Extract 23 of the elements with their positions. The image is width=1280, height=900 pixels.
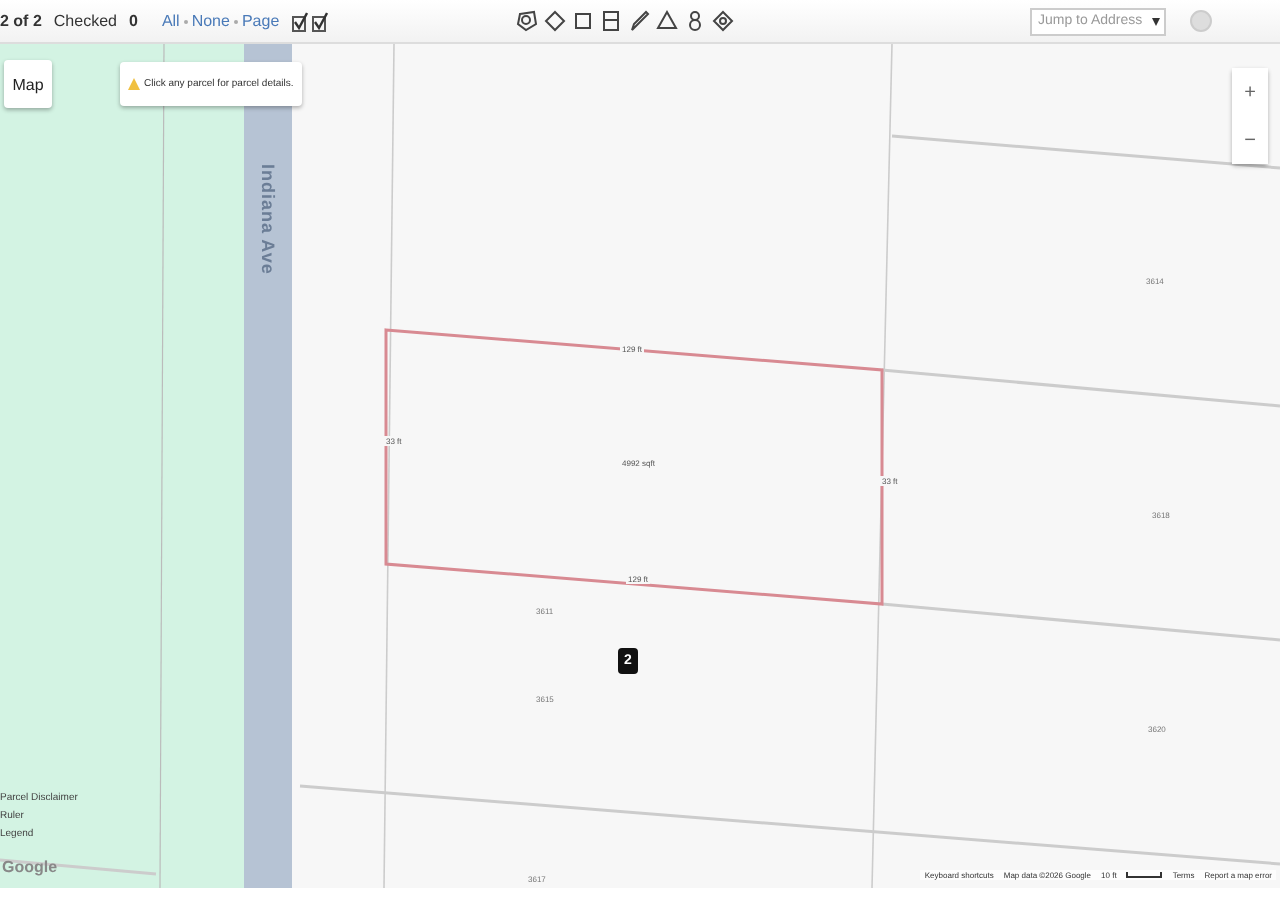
street-label: Indiana Ave bbox=[256, 164, 278, 275]
checked-count: 0 bbox=[128, 12, 138, 30]
logo: Google bbox=[2, 858, 58, 876]
check-all-icon[interactable] bbox=[291, 11, 308, 31]
square-icon[interactable] bbox=[571, 10, 594, 32]
scale-bar bbox=[1126, 872, 1163, 878]
select-link[interactable]: None bbox=[191, 12, 230, 30]
map-type-button[interactable]: Map bbox=[4, 60, 52, 108]
pencil-icon[interactable] bbox=[627, 10, 650, 32]
polygon-draw-icon[interactable] bbox=[515, 10, 538, 32]
checked-label: Checked bbox=[53, 12, 117, 30]
target-icon[interactable] bbox=[711, 10, 734, 32]
result-count: 2 of 2 bbox=[0, 12, 42, 30]
select-link[interactable]: Page bbox=[241, 12, 280, 30]
diamond-icon[interactable] bbox=[543, 10, 566, 32]
triangle-icon[interactable] bbox=[655, 10, 678, 32]
zoom-button[interactable]: − bbox=[1232, 116, 1268, 164]
check-page-icon[interactable] bbox=[311, 11, 328, 31]
rectangle-select-icon[interactable] bbox=[599, 10, 622, 32]
warning-icon bbox=[128, 78, 140, 90]
select-link[interactable]: All bbox=[161, 12, 180, 30]
zoom-button[interactable]: + bbox=[1232, 68, 1268, 116]
caret-icon[interactable] bbox=[1152, 17, 1160, 25]
